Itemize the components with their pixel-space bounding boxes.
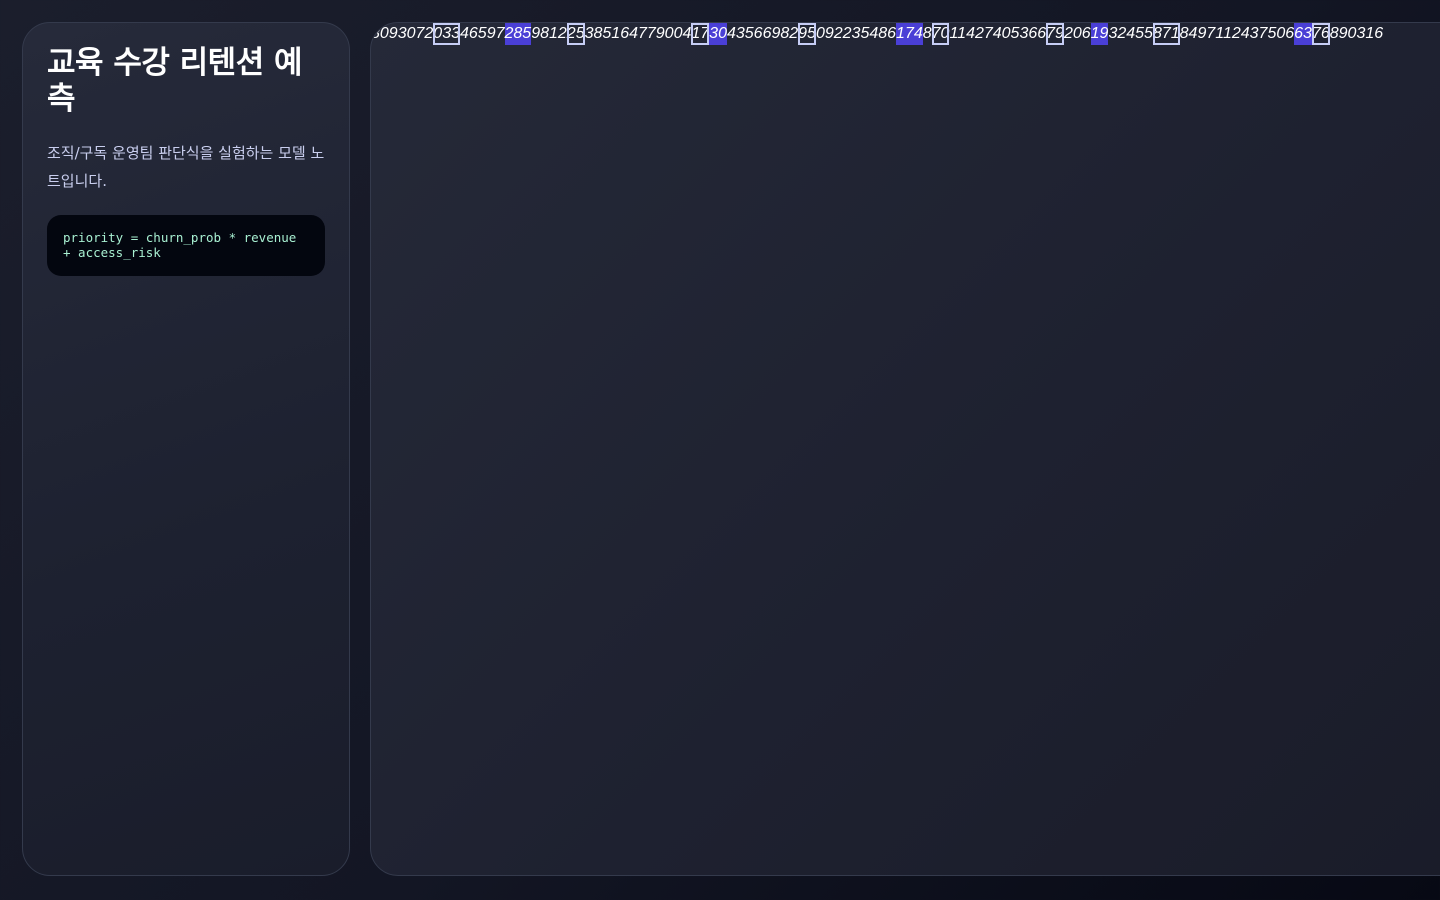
digit-segment-boxed: 17 [691, 23, 710, 45]
page-title: 교육 수강 리텐션 예측 [47, 45, 303, 117]
digit-sequence-strip: 8093072033465972859812253851647790041730… [371, 23, 1383, 47]
formula-code-block: priority = churn_prob * revenue + access… [47, 215, 325, 276]
digit-segment-plain: 8093072 [371, 25, 434, 42]
digit-segment-plain: 206 [1063, 25, 1091, 42]
digit-segment-plain: 11427405366 [949, 25, 1047, 42]
digit-segment-highlight: 285 [504, 23, 532, 45]
digit-segment-plain: 97112437506 [1197, 25, 1295, 42]
digit-segment-boxed: 70 [931, 23, 950, 45]
sidebar-panel: 교육 수강 리텐션 예측 조직/구독 운영팀 판단식을 실험하는 모델 노트입니… [22, 22, 350, 876]
digit-segment-boxed: 76 [1311, 23, 1330, 45]
digit-segment-plain: 09 [815, 25, 834, 42]
digit-segment-plain: 84 [1179, 25, 1198, 42]
digit-segment-plain: 8 [922, 25, 932, 42]
digit-segment-highlight: 63 [1294, 23, 1312, 45]
page-description: 조직/구독 운영팀 판단식을 실험하는 모델 노트입니다. [47, 144, 325, 190]
digit-segment-plain: 385164779004 [584, 25, 692, 42]
digit-segment-highlight: 19 [1090, 23, 1109, 45]
main-canvas-panel: 8093072033465972859812253851647790041730… [370, 22, 1440, 876]
digit-segment-plain: 46597 [460, 25, 505, 42]
digit-segment-plain: 9812 [531, 25, 567, 42]
digit-segment-plain: 2235486 [833, 25, 897, 42]
digit-segment-plain: 890316 [1329, 25, 1384, 42]
digit-segment-plain: 43566982 [726, 25, 799, 42]
digit-segment-boxed: 871 [1152, 23, 1180, 45]
digit-segment-highlight: 30 [709, 23, 727, 45]
digit-segment-boxed: 79 [1046, 23, 1064, 45]
digit-segment-plain: 32455 [1108, 25, 1153, 42]
digit-segment-highlight: 174 [896, 23, 923, 45]
digit-segment-boxed: 25 [566, 23, 585, 45]
digit-segment-boxed: 033 [433, 23, 460, 45]
digit-segment-boxed: 95 [798, 23, 816, 45]
